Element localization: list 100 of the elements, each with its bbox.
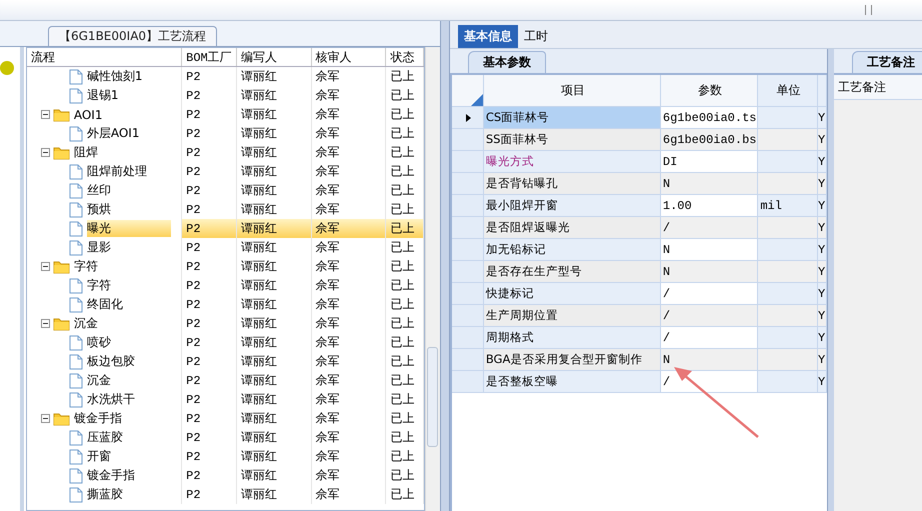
- panel-tab[interactable]: 【6G1BE00IA0】工艺流程: [48, 26, 218, 46]
- input-field[interactable]: N: [660, 261, 758, 283]
- table-cell: 谭丽红: [236, 390, 312, 409]
- table-cell: Y: [818, 129, 827, 151]
- tree-row[interactable]: AOI1 P2 谭丽红 佘军 已上: [26, 105, 424, 124]
- panel-tab[interactable]: 基本参数: [468, 51, 546, 73]
- table-cell: 佘军: [312, 124, 386, 143]
- collapse-icon[interactable]: [40, 148, 50, 157]
- tree-row[interactable]: 阻焊前处理 P2 谭丽红 佘军 已上: [26, 162, 424, 181]
- row-header[interactable]: [452, 107, 484, 129]
- table-cell: 佘军: [312, 390, 386, 409]
- table-cell: 已上: [386, 295, 424, 314]
- tree-row[interactable]: 沉金 P2 谭丽红 佘军 已上: [26, 371, 424, 390]
- collapse-icon[interactable]: [40, 319, 50, 328]
- tree-row[interactable]: 碱性蚀刻1 P2 谭丽红 佘军 已上: [26, 67, 424, 86]
- document-icon: [68, 126, 83, 142]
- table-cell: P2: [182, 181, 237, 200]
- collapse-icon[interactable]: [40, 414, 50, 423]
- table-cell: 谭丽红: [236, 276, 312, 295]
- grip-handle[interactable]: [865, 5, 872, 15]
- panel-tab[interactable]: 工艺备注: [852, 51, 922, 73]
- tree-row[interactable]: 曝光 P2 谭丽红 佘军 已上: [26, 219, 424, 238]
- column-header[interactable]: BOM工厂: [182, 48, 237, 66]
- table-cell: [758, 107, 818, 129]
- document-icon: [68, 88, 83, 104]
- input-field[interactable]: 6g1be00ia0.bs: [660, 129, 758, 151]
- table-cell: 已上: [386, 447, 424, 466]
- table-cell: [758, 151, 818, 173]
- tree-row[interactable]: 镀金手指 P2 谭丽红 佘军 已上: [26, 466, 424, 485]
- tree-row[interactable]: 撕蓝胶 P2 谭丽红 佘军 已上: [26, 485, 424, 504]
- table-cell: [758, 173, 818, 195]
- tree-row[interactable]: 丝印 P2 谭丽红 佘军 已上: [26, 181, 424, 200]
- table-cell: 已上: [386, 143, 424, 162]
- column-header[interactable]: 单位: [758, 75, 818, 107]
- table-cell: 佘军: [312, 219, 386, 238]
- tree-row[interactable]: 开窗 P2 谭丽红 佘军 已上: [26, 447, 424, 466]
- table-cell: 是否背钻曝孔: [484, 173, 661, 195]
- table-cell: 谭丽红: [236, 238, 312, 257]
- tree-row[interactable]: 退锡1 P2 谭丽红 佘军 已上: [26, 86, 424, 105]
- table-cell: 佘军: [312, 143, 386, 162]
- tree-row[interactable]: 喷砂 P2 谭丽红 佘军 已上: [26, 333, 424, 352]
- tree-row[interactable]: 外层AOI1 P2 谭丽红 佘军 已上: [26, 124, 424, 143]
- splitter-handle[interactable]: [440, 21, 450, 511]
- input-field[interactable]: /: [660, 371, 758, 393]
- table-cell: 谭丽红: [236, 219, 312, 238]
- tree-row[interactable]: 水洗烘干 P2 谭丽红 佘军 已上: [26, 390, 424, 409]
- table-cell: [758, 217, 818, 239]
- table-cell: 已上: [386, 124, 424, 143]
- tab[interactable]: 基本信息: [458, 25, 518, 48]
- scrollbar[interactable]: [425, 47, 440, 511]
- table-cell: 佘军: [312, 314, 386, 333]
- input-field[interactable]: DI: [660, 151, 758, 173]
- tab[interactable]: 工时: [518, 25, 554, 48]
- table-cell: P2: [182, 371, 237, 390]
- column-header[interactable]: 核审人: [312, 48, 386, 66]
- tree-row[interactable]: 沉金 P2 谭丽红 佘军 已上: [26, 314, 424, 333]
- status-indicator: [0, 61, 14, 75]
- table-cell: 谭丽红: [236, 409, 312, 428]
- tree-row[interactable]: 压蓝胶 P2 谭丽红 佘军 已上: [26, 428, 424, 447]
- input-field[interactable]: /: [660, 283, 758, 305]
- column-header[interactable]: 流程: [26, 48, 182, 66]
- table-cell: 佘军: [312, 86, 386, 105]
- input-field[interactable]: N: [660, 173, 758, 195]
- column-header[interactable]: 编写人: [236, 48, 312, 66]
- input-field[interactable]: 6g1be00ia0.ts: [660, 107, 758, 129]
- input-field[interactable]: N: [660, 349, 758, 371]
- table-cell: P2: [182, 390, 237, 409]
- input-field[interactable]: /: [660, 217, 758, 239]
- document-icon: [68, 334, 83, 350]
- document-icon: [68, 372, 83, 388]
- tree-row[interactable]: 镀金手指 P2 谭丽红 佘军 已上: [26, 409, 424, 428]
- input-field[interactable]: /: [660, 305, 758, 327]
- column-header[interactable]: 状态: [386, 48, 424, 66]
- tree-row[interactable]: 板边包胶 P2 谭丽红 佘军 已上: [26, 352, 424, 371]
- tree-row[interactable]: 字符 P2 谭丽红 佘军 已上: [26, 257, 424, 276]
- document-icon: [68, 296, 83, 312]
- table-cell: [758, 305, 818, 327]
- table-cell: 谭丽红: [236, 466, 312, 485]
- table-cell: 已上: [386, 409, 424, 428]
- scrollbar-thumb[interactable]: [427, 347, 438, 447]
- collapse-icon[interactable]: [40, 262, 50, 271]
- splitter-handle[interactable]: [828, 49, 834, 511]
- tree-row[interactable]: 阻焊 P2 谭丽红 佘军 已上: [26, 143, 424, 162]
- tree-row[interactable]: 显影 P2 谭丽红 佘军 已上: [26, 238, 424, 257]
- tree-label: 退锡1: [86, 87, 118, 104]
- tree-label: 外层AOI1: [86, 125, 140, 142]
- input-field[interactable]: /: [660, 327, 758, 349]
- document-icon: [68, 278, 83, 294]
- input-field[interactable]: N: [660, 239, 758, 261]
- input-field[interactable]: 1.00: [660, 195, 758, 217]
- table-cell: P2: [182, 333, 237, 352]
- tree-label: 镀金手指: [86, 467, 135, 484]
- folder-icon: [52, 260, 70, 274]
- collapse-icon[interactable]: [40, 110, 50, 119]
- table-cell: 谭丽红: [236, 485, 312, 504]
- tree-row[interactable]: 字符 P2 谭丽红 佘军 已上: [26, 276, 424, 295]
- corner-icon: [470, 94, 483, 106]
- tree-row[interactable]: 终固化 P2 谭丽红 佘军 已上: [26, 295, 424, 314]
- tree-label: 阻焊前处理: [86, 163, 147, 180]
- table-cell: 谭丽红: [236, 447, 312, 466]
